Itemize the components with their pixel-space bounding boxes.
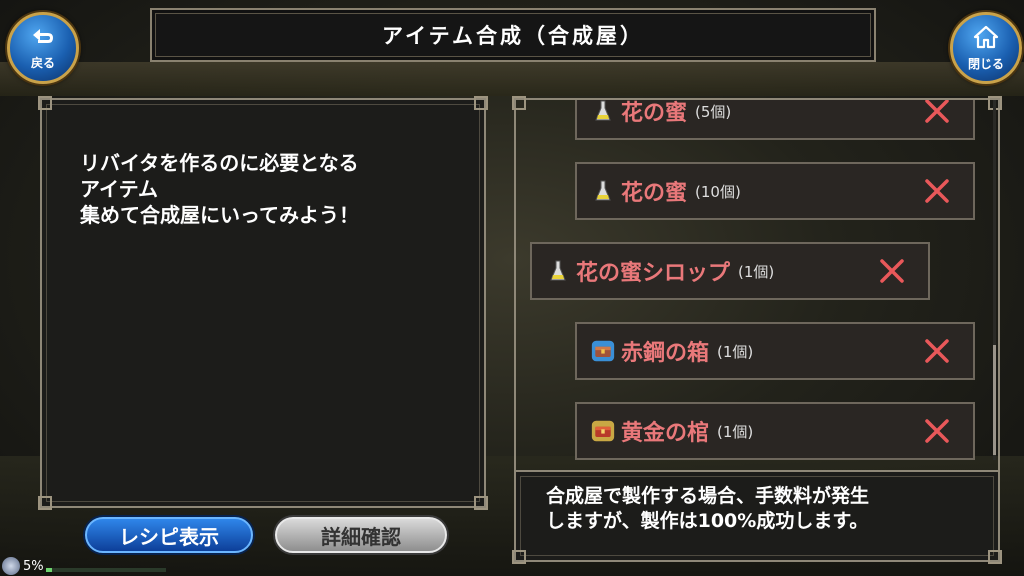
frame-corner <box>474 496 488 510</box>
message-panel: リバイタを作るのに必要となる アイテム 集めて合成屋にいってみよう！ <box>38 96 488 510</box>
frame-corner <box>38 496 52 510</box>
info-text: 合成屋で製作する場合、手数料が発生 しますが、製作は100%成功します。 <box>546 484 869 534</box>
status-indicator: 5% <box>0 556 44 576</box>
frame-corner <box>988 550 1002 564</box>
list-item[interactable]: 花の蜜 (10個) <box>575 162 975 220</box>
item-name: 花の蜜 <box>621 181 688 206</box>
item-name: 黄金の棺 <box>621 421 710 446</box>
list-item[interactable]: 黄金の棺 (1個) <box>575 402 975 460</box>
detail-button[interactable]: 詳細確認 <box>275 517 447 553</box>
item-quantity: (1個) <box>717 422 754 441</box>
potion-flask-icon <box>546 257 570 285</box>
info-line: 合成屋で製作する場合、手数料が発生 <box>546 485 870 507</box>
message-line: リバイタを作るのに必要となる <box>80 151 359 175</box>
scrollbar-thumb[interactable] <box>993 345 996 455</box>
remove-x-icon[interactable] <box>922 416 952 446</box>
potion-flask-icon <box>591 100 615 125</box>
treasure-chest-gold-icon <box>591 417 615 445</box>
title-bar: アイテム合成（合成屋） <box>150 8 876 62</box>
remove-x-icon[interactable] <box>922 336 952 366</box>
status-progress-bar <box>46 568 166 572</box>
back-button-label: 戻る <box>30 55 55 70</box>
back-button[interactable]: 戻る <box>7 12 79 84</box>
material-list[interactable]: 花の蜜 (5個) 花の蜜 (10個) 花の蜜シロップ (1個) 赤鋼の箱 (1個… <box>518 100 984 460</box>
item-quantity: (10個) <box>695 182 741 201</box>
list-item[interactable]: 赤鋼の箱 (1個) <box>575 322 975 380</box>
page-title: アイテム合成（合成屋） <box>382 24 644 48</box>
info-line: しますが、製作は100%成功します。 <box>546 510 869 532</box>
message-line: 集めて合成屋にいってみよう！ <box>80 203 359 227</box>
item-name: 赤鋼の箱 <box>621 341 710 366</box>
item-name: 花の蜜 <box>621 101 688 126</box>
item-quantity: (1個) <box>738 262 775 281</box>
back-arrow-icon <box>30 26 56 52</box>
status-orb-icon <box>2 557 20 575</box>
frame-corner <box>38 96 52 110</box>
recipe-button[interactable]: レシピ表示 <box>85 517 253 553</box>
frame-corner <box>474 96 488 110</box>
remove-x-icon[interactable] <box>922 100 952 126</box>
background-wall <box>0 62 1024 96</box>
info-panel: 合成屋で製作する場合、手数料が発生 しますが、製作は100%成功します。 <box>512 470 1002 564</box>
item-name: 花の蜜シロップ <box>576 261 731 286</box>
home-icon <box>973 25 999 53</box>
remove-x-icon[interactable] <box>922 176 952 206</box>
status-percent: 5% <box>23 558 44 574</box>
item-quantity: (1個) <box>717 342 754 361</box>
potion-flask-icon <box>591 177 615 205</box>
close-button[interactable]: 閉じる <box>950 12 1022 84</box>
item-quantity: (5個) <box>695 102 732 121</box>
list-item[interactable]: 花の蜜シロップ (1個) <box>530 242 930 300</box>
message-text: リバイタを作るのに必要となる アイテム 集めて合成屋にいってみよう！ <box>80 150 359 228</box>
treasure-chest-blue-icon <box>591 337 615 365</box>
message-line: アイテム <box>80 177 158 201</box>
remove-x-icon[interactable] <box>877 256 907 286</box>
status-progress-fill <box>46 568 52 572</box>
frame-corner <box>512 550 526 564</box>
close-button-label: 閉じる <box>967 56 1004 71</box>
list-item[interactable]: 花の蜜 (5個) <box>575 100 975 140</box>
